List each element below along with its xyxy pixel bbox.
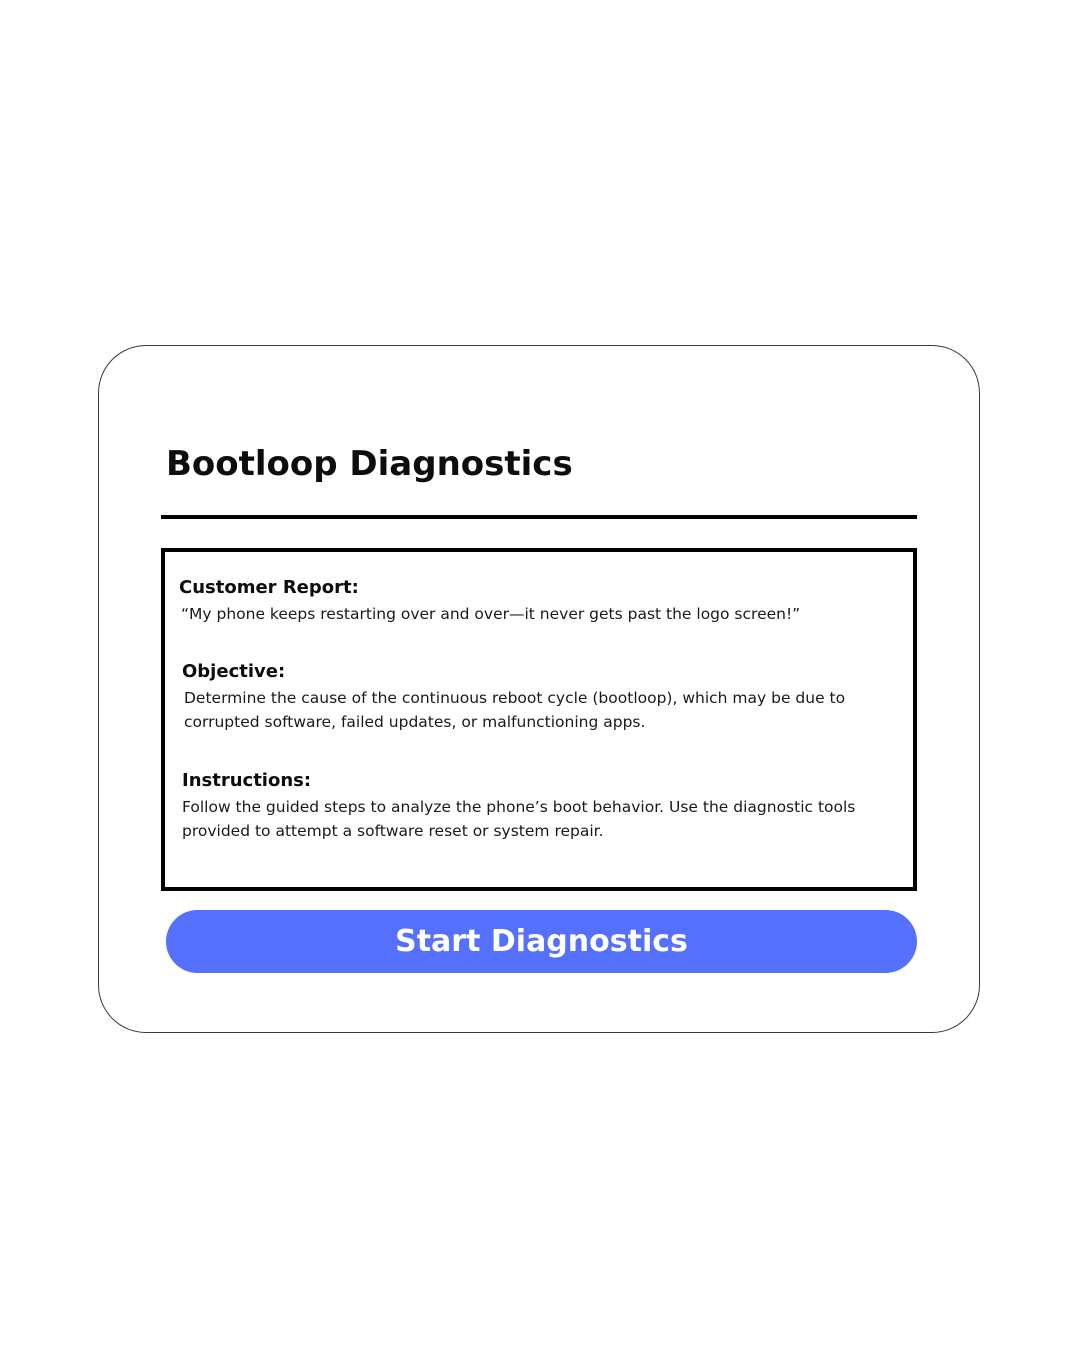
page-title: Bootloop Diagnostics: [166, 444, 573, 484]
instructions-text: Follow the guided steps to analyze the p…: [182, 798, 856, 840]
objective-heading: Objective:: [182, 661, 286, 682]
title-divider: [161, 515, 917, 519]
start-diagnostics-button[interactable]: Start Diagnostics: [166, 910, 917, 973]
instructions-heading: Instructions:: [182, 770, 312, 791]
customer-report-text: “My phone keeps restarting over and over…: [181, 605, 801, 623]
customer-report-heading: Customer Report:: [179, 577, 359, 598]
objective-text: Determine the cause of the continuous re…: [184, 689, 846, 731]
